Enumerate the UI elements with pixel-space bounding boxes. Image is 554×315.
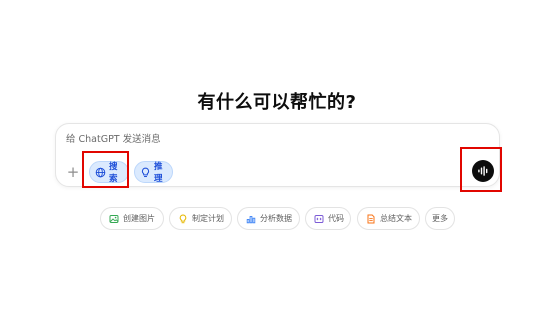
document-icon xyxy=(366,214,376,224)
reason-toggle-label: 推理 xyxy=(154,162,163,184)
chip-summarize-text[interactable]: 总结文本 xyxy=(357,207,420,230)
voice-mode-button[interactable] xyxy=(472,160,494,182)
chip-label: 代码 xyxy=(328,214,344,223)
suggestion-chips: 创建图片 制定计划 分析数据 代码 总结文本 更多 xyxy=(0,207,554,230)
chip-label: 创建图片 xyxy=(123,214,155,223)
chip-make-plan[interactable]: 制定计划 xyxy=(169,207,232,230)
lightbulb-icon xyxy=(178,213,188,224)
page-title: 有什么可以帮忙的? xyxy=(197,92,357,113)
chart-icon xyxy=(246,214,256,224)
globe-icon xyxy=(95,167,106,178)
soundwave-icon xyxy=(477,165,489,177)
chip-analyze-data[interactable]: 分析数据 xyxy=(237,207,300,230)
chip-more[interactable]: 更多 xyxy=(425,207,455,230)
message-input[interactable] xyxy=(66,131,446,147)
message-composer[interactable]: + 搜索 推理 xyxy=(55,123,500,187)
chip-label: 更多 xyxy=(432,214,448,223)
search-toggle-button[interactable]: 搜索 xyxy=(89,161,129,184)
lightbulb-icon xyxy=(140,167,151,178)
chip-create-image[interactable]: 创建图片 xyxy=(100,207,164,230)
search-toggle-label: 搜索 xyxy=(109,162,118,184)
attach-plus-icon[interactable]: + xyxy=(66,165,80,180)
chip-label: 总结文本 xyxy=(380,214,412,223)
chip-code[interactable]: 代码 xyxy=(305,207,351,230)
chip-label: 制定计划 xyxy=(192,214,224,223)
reason-toggle-button[interactable]: 推理 xyxy=(134,161,173,184)
code-icon xyxy=(314,214,324,224)
chip-label: 分析数据 xyxy=(260,214,292,223)
image-icon xyxy=(109,214,119,224)
